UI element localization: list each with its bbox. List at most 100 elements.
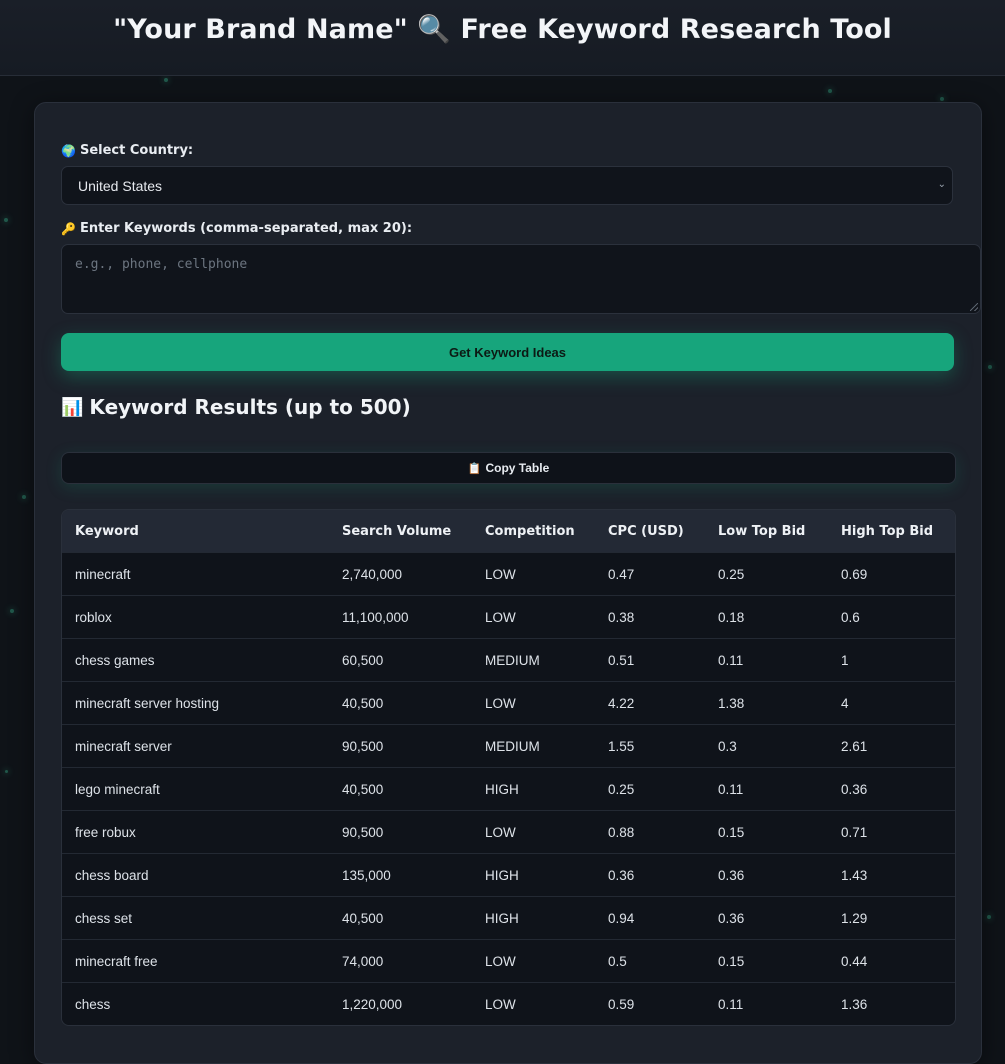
cell-keyword: chess games <box>62 638 329 682</box>
table-row: chess 1,220,000 LOW 0.59 0.11 1.36 <box>62 982 955 1025</box>
cell-competition: LOW <box>472 681 595 725</box>
page-title: "Your Brand Name" 🔍 Free Keyword Researc… <box>113 13 892 45</box>
table-row: roblox 11,100,000 LOW 0.38 0.18 0.6 <box>62 595 955 639</box>
cell-keyword: lego minecraft <box>62 767 329 811</box>
cell-cpc: 0.88 <box>595 810 705 854</box>
keywords-label-text: Enter Keywords (comma-separated, max 20)… <box>79 221 413 236</box>
resize-handle[interactable] <box>970 303 978 311</box>
cell-search-volume: 40,500 <box>329 681 472 725</box>
cell-cpc: 1.55 <box>595 724 705 768</box>
cell-search-volume: 40,500 <box>329 896 472 940</box>
cell-high-top-bid: 4 <box>828 681 955 725</box>
table-row: lego minecraft 40,500 HIGH 0.25 0.11 0.36 <box>62 767 955 811</box>
cell-keyword: chess board <box>62 853 329 897</box>
results-heading: 📊 Keyword Results (up to 500) <box>61 395 411 419</box>
cell-competition: MEDIUM <box>472 638 595 682</box>
cell-cpc: 0.38 <box>595 595 705 639</box>
cell-competition: MEDIUM <box>472 724 595 768</box>
cell-high-top-bid: 0.6 <box>828 595 955 639</box>
results-table: Keyword Search Volume Competition CPC (U… <box>62 510 955 1025</box>
cell-keyword: roblox <box>62 595 329 639</box>
background-particle <box>10 609 14 613</box>
clipboard-icon: 📋 <box>467 462 482 475</box>
cell-search-volume: 40,500 <box>329 767 472 811</box>
table-row: chess games 60,500 MEDIUM 0.51 0.11 1 <box>62 638 955 682</box>
cell-keyword: minecraft server <box>62 724 329 768</box>
background-particle <box>22 495 26 499</box>
cell-competition: HIGH <box>472 767 595 811</box>
cell-low-top-bid: 0.11 <box>705 767 828 811</box>
keywords-input[interactable]: e.g., phone, cellphone <box>61 244 981 314</box>
chevron-down-icon: ⌄ <box>937 179 946 190</box>
cell-low-top-bid: 0.36 <box>705 896 828 940</box>
cell-high-top-bid: 0.44 <box>828 939 955 983</box>
cell-competition: LOW <box>472 552 595 596</box>
country-label-text: Select Country: <box>79 143 194 158</box>
table-row: minecraft free 74,000 LOW 0.5 0.15 0.44 <box>62 939 955 983</box>
background-particle <box>987 915 991 919</box>
table-row: minecraft 2,740,000 LOW 0.47 0.25 0.69 <box>62 552 955 596</box>
cell-cpc: 0.36 <box>595 853 705 897</box>
cell-cpc: 4.22 <box>595 681 705 725</box>
cell-high-top-bid: 1.29 <box>828 896 955 940</box>
cell-low-top-bid: 0.25 <box>705 552 828 596</box>
cell-search-volume: 135,000 <box>329 853 472 897</box>
cell-low-top-bid: 0.11 <box>705 982 828 1025</box>
cell-high-top-bid: 0.36 <box>828 767 955 811</box>
table-row: minecraft server hosting 40,500 LOW 4.22 1.3… <box>62 681 955 725</box>
country-select-value: United States <box>78 177 163 194</box>
column-header-search-volume: Search Volume <box>329 510 472 553</box>
column-header-cpc: CPC (USD) <box>595 510 705 553</box>
cell-competition: HIGH <box>472 896 595 940</box>
cell-low-top-bid: 0.11 <box>705 638 828 682</box>
cell-keyword: minecraft free <box>62 939 329 983</box>
cell-competition: HIGH <box>472 853 595 897</box>
background-particle <box>5 770 8 773</box>
cell-search-volume: 74,000 <box>329 939 472 983</box>
results-table-container: Keyword Search Volume Competition CPC (U… <box>61 509 956 1026</box>
cell-low-top-bid: 0.15 <box>705 939 828 983</box>
background-particle <box>828 89 832 93</box>
table-row: minecraft server 90,500 MEDIUM 1.55 0.3 2.61 <box>62 724 955 768</box>
cell-cpc: 0.94 <box>595 896 705 940</box>
cell-high-top-bid: 0.71 <box>828 810 955 854</box>
cell-keyword: chess <box>62 982 329 1025</box>
results-table-body: minecraft 2,740,000 LOW 0.47 0.25 0.69 roblox 1… <box>62 552 955 1025</box>
cell-high-top-bid: 1.36 <box>828 982 955 1025</box>
cell-cpc: 0.47 <box>595 552 705 596</box>
cell-competition: LOW <box>472 595 595 639</box>
cell-competition: LOW <box>472 810 595 854</box>
table-row: chess board 135,000 HIGH 0.36 0.36 1.43 <box>62 853 955 897</box>
page-header: "Your Brand Name" 🔍 Free Keyword Researc… <box>0 0 1005 76</box>
background-particle <box>940 97 944 101</box>
background-particle <box>164 78 168 82</box>
cell-low-top-bid: 0.36 <box>705 853 828 897</box>
results-heading-text: Keyword Results (up to 500) <box>89 395 411 419</box>
cell-cpc: 0.5 <box>595 939 705 983</box>
cell-low-top-bid: 0.3 <box>705 724 828 768</box>
get-keyword-ideas-button[interactable]: Get Keyword Ideas <box>61 333 954 371</box>
column-header-keyword: Keyword <box>62 510 329 553</box>
cell-cpc: 0.25 <box>595 767 705 811</box>
cell-keyword: minecraft <box>62 552 329 596</box>
keywords-label: 🔑 Enter Keywords (comma-separated, max 2… <box>61 221 412 236</box>
globe-icon: 🌍 <box>61 143 76 158</box>
cell-search-volume: 1,220,000 <box>329 982 472 1025</box>
background-particle <box>4 218 8 222</box>
table-row: chess set 40,500 HIGH 0.94 0.36 1.29 <box>62 896 955 940</box>
cell-high-top-bid: 2.61 <box>828 724 955 768</box>
background-particle <box>988 365 992 369</box>
cell-search-volume: 2,740,000 <box>329 552 472 596</box>
cell-competition: LOW <box>472 939 595 983</box>
cell-competition: LOW <box>472 982 595 1025</box>
cell-cpc: 0.51 <box>595 638 705 682</box>
copy-table-label: Copy Table <box>485 461 550 475</box>
cell-keyword: chess set <box>62 896 329 940</box>
country-select[interactable]: United States ⌄ <box>61 166 953 205</box>
cell-search-volume: 90,500 <box>329 810 472 854</box>
column-header-low-top-bid: Low Top Bid <box>705 510 828 553</box>
copy-table-button[interactable]: 📋 Copy Table <box>61 452 956 484</box>
cell-high-top-bid: 1.43 <box>828 853 955 897</box>
table-header-row: Keyword Search Volume Competition CPC (U… <box>62 510 955 553</box>
bar-chart-icon: 📊 <box>61 396 84 418</box>
